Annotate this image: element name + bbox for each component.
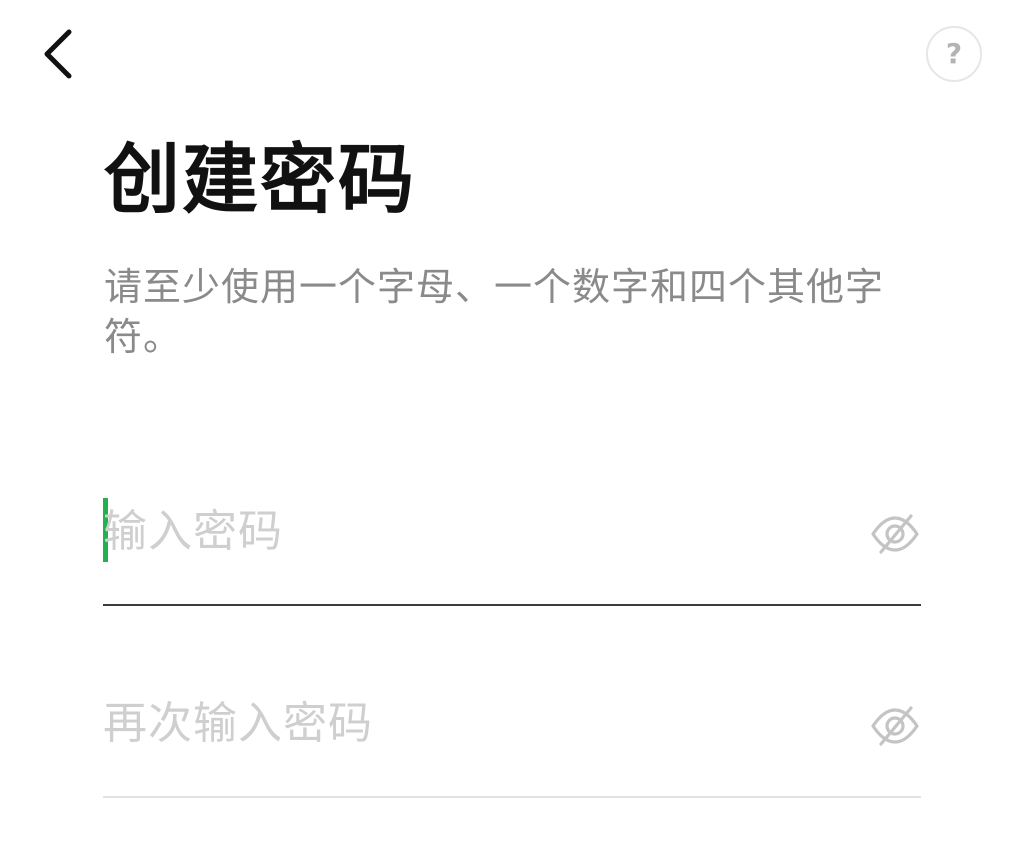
- password-requirements-text: 请至少使用一个字母、一个数字和四个其他字符。: [104, 265, 885, 359]
- question-mark-icon: ?: [945, 37, 963, 70]
- back-button[interactable]: [30, 24, 86, 84]
- eye-slash-icon: [871, 514, 919, 554]
- create-password-screen: ? 创建密码 请至少使用一个字母、一个数字和四个其他字符。 输入密码 再次输入密…: [0, 0, 1024, 861]
- toggle-password-visibility-button[interactable]: [869, 508, 921, 560]
- help-button[interactable]: ?: [926, 26, 982, 82]
- page-title: 创建密码: [104, 135, 416, 224]
- confirm-password-placeholder: 再次输入密码: [103, 698, 373, 749]
- toggle-confirm-password-visibility-button[interactable]: [869, 700, 921, 752]
- chevron-left-icon: [44, 29, 72, 79]
- eye-slash-icon: [871, 706, 919, 746]
- password-field[interactable]: 输入密码: [103, 498, 921, 606]
- confirm-password-field[interactable]: 再次输入密码: [103, 692, 921, 798]
- password-placeholder: 输入密码: [103, 506, 283, 557]
